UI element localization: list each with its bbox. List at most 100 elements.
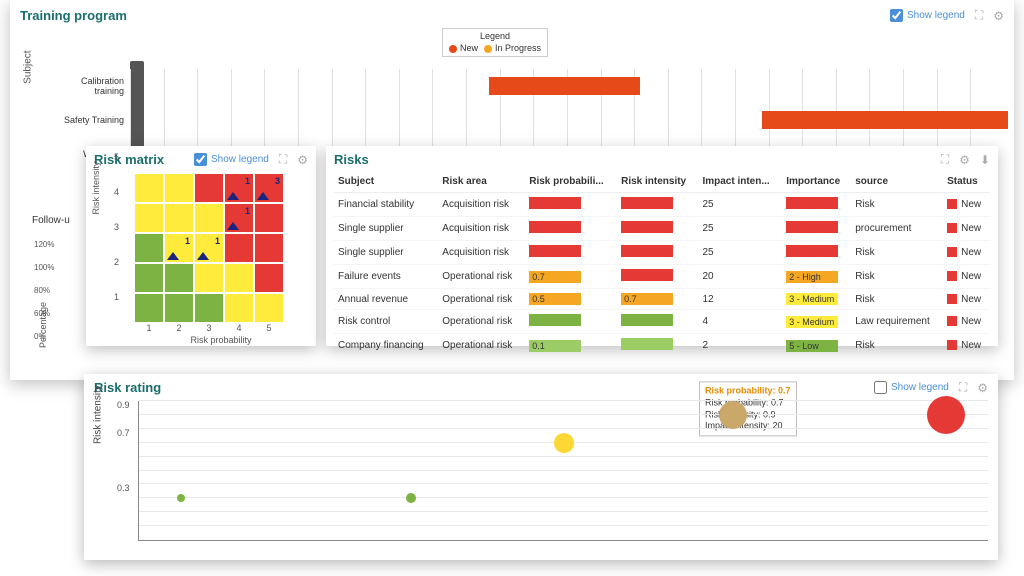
- gear-icon[interactable]: ⚙: [993, 9, 1004, 23]
- matrix-cell[interactable]: [164, 293, 194, 323]
- table-row[interactable]: Failure eventsOperational risk0.7202 - H…: [334, 265, 990, 289]
- table-row[interactable]: Financial stabilityAcquisition risk25Ris…: [334, 193, 990, 217]
- table-row[interactable]: Single supplierAcquisition risk25procure…: [334, 217, 990, 241]
- importance-bar: 5 - Low: [786, 340, 838, 352]
- matrix-cell[interactable]: 3: [254, 173, 284, 203]
- expand-icon[interactable]: ⛶: [279, 152, 287, 167]
- matrix-show-legend[interactable]: Show legend: [194, 153, 269, 166]
- matrix-cell[interactable]: [134, 263, 164, 293]
- matrix-cell[interactable]: [254, 233, 284, 263]
- status-icon: [947, 294, 957, 304]
- rating-show-legend-checkbox[interactable]: [874, 381, 887, 394]
- matrix-cell[interactable]: 1: [224, 173, 254, 203]
- matrix-x-ticks: 12345: [134, 323, 284, 333]
- importance-bar: [786, 197, 838, 209]
- risks-panel: Risks ⛶ ⚙ ⬇ SubjectRisk areaRisk probabi…: [326, 146, 998, 346]
- column-header[interactable]: Risk area: [438, 171, 525, 193]
- column-header[interactable]: Status: [943, 171, 990, 193]
- rating-bubble[interactable]: [927, 396, 965, 434]
- intensity-bar: [621, 314, 673, 326]
- subject-cell: Company financing: [334, 334, 438, 358]
- subject-cell: Single supplier: [334, 217, 438, 241]
- column-header[interactable]: Subject: [334, 171, 438, 193]
- matrix-cell[interactable]: [134, 293, 164, 323]
- status-cell: New: [943, 193, 990, 217]
- status-icon: [947, 223, 957, 233]
- subject-cell: Financial stability: [334, 193, 438, 217]
- matrix-heatmap[interactable]: 11113: [134, 173, 284, 323]
- matrix-cell[interactable]: [194, 293, 224, 323]
- intensity-bar: [621, 269, 673, 281]
- risk-matrix-panel: Risk matrix Show legend ⛶ ⚙ Risk intensi…: [86, 146, 316, 346]
- download-icon[interactable]: ⬇: [980, 153, 990, 167]
- table-row[interactable]: Risk controlOperational risk43 - MediumL…: [334, 310, 990, 334]
- area-cell: Operational risk: [438, 289, 525, 310]
- column-header[interactable]: Impact inten...: [698, 171, 782, 193]
- table-row[interactable]: Single supplierAcquisition risk25RiskNew: [334, 241, 990, 265]
- rating-bubble[interactable]: [719, 401, 747, 429]
- risks-header-row: SubjectRisk areaRisk probabili...Risk in…: [334, 171, 990, 193]
- importance-bar: [786, 245, 838, 257]
- rating-show-legend[interactable]: Show legend: [874, 381, 949, 394]
- rating-bubble[interactable]: [406, 493, 416, 503]
- show-legend-label: Show legend: [907, 10, 965, 21]
- matrix-cell[interactable]: [134, 173, 164, 203]
- gantt-row: Calibration training: [60, 69, 1004, 103]
- matrix-cell[interactable]: [164, 173, 194, 203]
- matrix-cell[interactable]: 1: [164, 233, 194, 263]
- matrix-cell[interactable]: [254, 203, 284, 233]
- gear-icon[interactable]: ⚙: [959, 153, 970, 167]
- matrix-cell[interactable]: [134, 233, 164, 263]
- importance-bar: [786, 221, 838, 233]
- matrix-cell[interactable]: [254, 293, 284, 323]
- column-header[interactable]: Importance: [782, 171, 851, 193]
- training-show-legend[interactable]: Show legend: [890, 9, 965, 22]
- expand-icon[interactable]: ⛶: [941, 152, 949, 167]
- matrix-show-legend-checkbox[interactable]: [194, 153, 207, 166]
- matrix-cell[interactable]: [224, 233, 254, 263]
- matrix-cell[interactable]: [194, 263, 224, 293]
- area-cell: Operational risk: [438, 334, 525, 358]
- source-cell: Risk: [851, 193, 943, 217]
- column-header[interactable]: Risk probabili...: [525, 171, 617, 193]
- show-legend-label: Show legend: [211, 154, 269, 165]
- rating-bubble[interactable]: [554, 433, 574, 453]
- training-show-legend-checkbox[interactable]: [890, 9, 903, 22]
- expand-icon[interactable]: ⛶: [959, 380, 967, 395]
- matrix-cell[interactable]: 1: [224, 203, 254, 233]
- gantt-row-label: Safety Training: [60, 115, 130, 125]
- importance-bar: 3 - Medium: [786, 316, 838, 328]
- rating-bubble[interactable]: [177, 494, 185, 502]
- table-row[interactable]: Annual revenueOperational risk0.50.7123 …: [334, 289, 990, 310]
- gantt-bar[interactable]: [489, 77, 640, 95]
- area-cell: Operational risk: [438, 265, 525, 289]
- matrix-cell[interactable]: [224, 263, 254, 293]
- prob-bar: [529, 245, 581, 257]
- legend-title: Legend: [449, 31, 541, 43]
- column-header[interactable]: Risk intensity: [617, 171, 698, 193]
- rating-title: Risk rating: [94, 380, 161, 395]
- prob-bar: [529, 221, 581, 233]
- column-header[interactable]: source: [851, 171, 943, 193]
- gear-icon[interactable]: ⚙: [977, 381, 988, 395]
- prob-bar: [529, 314, 581, 326]
- area-cell: Acquisition risk: [438, 217, 525, 241]
- area-cell: Acquisition risk: [438, 241, 525, 265]
- matrix-cell[interactable]: [164, 203, 194, 233]
- gantt-bar[interactable]: [762, 111, 1007, 129]
- status-cell: New: [943, 334, 990, 358]
- impact-cell: 25: [698, 217, 782, 241]
- rating-scatter[interactable]: Risk probability: 0.7 Risk probability: …: [138, 401, 988, 541]
- prob-bar: 0.5: [529, 293, 581, 305]
- matrix-cell[interactable]: [254, 263, 284, 293]
- gear-icon[interactable]: ⚙: [297, 153, 308, 167]
- expand-icon[interactable]: ⛶: [975, 8, 983, 23]
- matrix-cell[interactable]: [134, 203, 164, 233]
- matrix-cell[interactable]: 1: [194, 233, 224, 263]
- matrix-cell[interactable]: [194, 203, 224, 233]
- table-row[interactable]: Company financingOperational risk0.125 -…: [334, 334, 990, 358]
- status-cell: New: [943, 310, 990, 334]
- matrix-cell[interactable]: [164, 263, 194, 293]
- matrix-cell[interactable]: [224, 293, 254, 323]
- matrix-cell[interactable]: [194, 173, 224, 203]
